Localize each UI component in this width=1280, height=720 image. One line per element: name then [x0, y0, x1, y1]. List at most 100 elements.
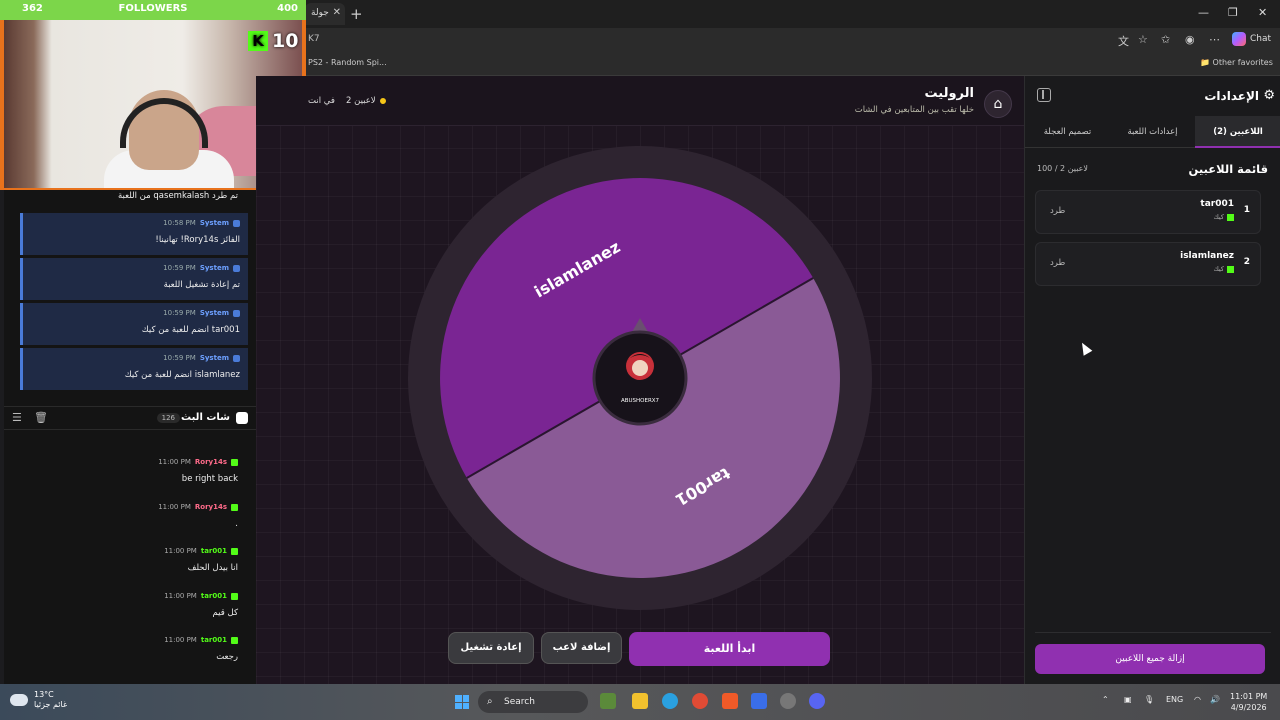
clock[interactable]: 11:01 PM 4/9/2026 [1230, 691, 1267, 713]
app-icon[interactable] [600, 693, 616, 709]
obs-icon[interactable] [780, 693, 796, 709]
other-favorites[interactable]: 📁 Other favorites [1200, 58, 1273, 67]
kick-badge-icon [1227, 265, 1234, 273]
message-text: الفائز Rory14s! تهانينا! [155, 235, 240, 245]
tray-app-icon[interactable]: ▣ [1124, 695, 1132, 704]
message-author: System [199, 264, 229, 272]
favorites-icon[interactable]: ✩ [1161, 33, 1170, 46]
message-author[interactable]: Rory14s [195, 503, 227, 511]
kick-badge-icon [231, 458, 238, 466]
start-game-button[interactable]: ابدأ اللعبة [629, 632, 830, 666]
screen: جولة ✕ + — ❐ ✕ K7 文 ☆ ✩ ◉ ⋯ Chat PS2 - R… [0, 0, 1280, 720]
followers-current: 362 [22, 3, 43, 14]
system-message: 10:59 PM System تم إعادة تشغيل اللعبة [20, 258, 248, 300]
windows-start-icon[interactable] [455, 695, 469, 709]
chat-header: ☰ 🗑 126 شات البث [4, 406, 256, 430]
message-text: tar001 انضم للعبة من كيك [141, 325, 240, 335]
trash-icon[interactable]: 🗑 [34, 411, 48, 424]
translate-icon[interactable]: 文 [1118, 33, 1129, 49]
volume-icon[interactable]: 🔊 [1210, 695, 1220, 704]
system-message: 10:59 PM System tar001 انضم للعبة من كيك [20, 303, 248, 345]
message-time: 10:59 PM [163, 309, 196, 317]
settings-panel: الإعدادات ⚙ اللاعبين (2) إعدادات اللعبة … [1024, 76, 1280, 684]
message-author: System [199, 219, 229, 227]
message-time: 11:00 PM [164, 547, 197, 555]
divider [1035, 632, 1271, 633]
favorite-star-icon[interactable]: ☆ [1138, 33, 1148, 46]
restart-button[interactable]: إعادة تشغيل [448, 632, 534, 664]
tab-wheel-design[interactable]: تصميم العجلة [1025, 116, 1110, 148]
player-name: tar001 [1200, 199, 1234, 209]
url-text: K7 [308, 34, 320, 44]
edge-icon[interactable] [662, 693, 678, 709]
close-tab-icon[interactable]: ✕ [333, 7, 341, 18]
kick-count-value: 10 [272, 30, 299, 52]
chrome-icon[interactable] [692, 693, 708, 709]
more-icon[interactable]: ⋯ [1209, 33, 1220, 46]
language-indicator[interactable]: ENG [1166, 695, 1183, 704]
taskbar: 13°C غائم جزئيا ⌕ Search ⌃ ▣ 🎙 ENG ◠ 🔊 11:… [0, 684, 1280, 720]
system-message: 10:59 PM System islamlanez انضم للعبة من … [20, 348, 248, 390]
message-text: كل قيم [212, 608, 238, 618]
copilot-button[interactable]: Chat [1232, 32, 1271, 46]
add-player-button[interactable]: إضافة لاعب [541, 632, 622, 664]
center-logo-text: ABUSHOERX7 [621, 398, 660, 404]
message-author[interactable]: tar001 [201, 636, 227, 644]
clock-time: 11:01 PM [1230, 692, 1268, 701]
brave-icon[interactable] [722, 693, 738, 709]
restore-icon[interactable]: ❐ [1228, 6, 1238, 19]
system-message-text: تم طرد qasemkalash من اللعبة [117, 191, 238, 201]
remove-all-players-button[interactable]: إزالة جميع اللاعبين [1035, 644, 1265, 674]
players-count: 100 / 2 لاعبين [1037, 164, 1088, 173]
weather-text: غائم جزئيا [34, 700, 68, 709]
message-text: تم إعادة تشغيل اللعبة [163, 280, 240, 290]
player-source: كيك [1213, 265, 1234, 273]
wifi-icon[interactable]: ◠ [1194, 695, 1201, 704]
new-tab-icon[interactable]: + [350, 5, 363, 23]
chat-message: 11:00 PM tar001 كل قيم [4, 592, 256, 636]
roulette-wheel[interactable]: islamlanez tar001 ABUSHOERX7 [256, 76, 1024, 684]
message-time: 11:00 PM [158, 458, 191, 466]
app-icon-blue[interactable] [751, 693, 767, 709]
taskbar-search[interactable]: ⌕ Search [478, 691, 588, 713]
kick-badge-icon [231, 503, 238, 511]
discord-icon[interactable] [809, 693, 825, 709]
kick-badge-icon [231, 592, 238, 600]
followers-label: FOLLOWERS [118, 3, 188, 14]
clock-date: 4/9/2026 [1230, 703, 1267, 712]
weather-temp: 13°C [34, 690, 54, 699]
collapse-panel-icon[interactable] [1037, 88, 1051, 102]
profile-icon[interactable]: ◉ [1185, 33, 1195, 46]
message-time: 10:58 PM [163, 219, 196, 227]
file-explorer-icon[interactable] [632, 693, 648, 709]
weather-widget[interactable]: 13°C غائم جزئيا [10, 690, 67, 710]
browser-tab[interactable]: جولة ✕ [305, 3, 345, 25]
settings-header: الإعدادات ⚙ [1025, 76, 1280, 116]
tab-players[interactable]: اللاعبين (2) [1195, 116, 1280, 148]
copilot-label: Chat [1250, 34, 1272, 44]
kick-player-button[interactable]: طرد [1050, 258, 1065, 268]
message-text: be right back [181, 474, 238, 484]
message-text: انا بيدل الحلف [187, 563, 238, 573]
copilot-icon [1232, 32, 1246, 46]
browser-tab-title: جولة [311, 8, 329, 18]
tray-expand-icon[interactable]: ⌃ [1102, 695, 1109, 704]
system-badge-icon [233, 219, 240, 227]
other-favorites-label: Other favorites [1212, 58, 1273, 67]
close-window-icon[interactable]: ✕ [1258, 6, 1267, 19]
message-author[interactable]: tar001 [201, 547, 227, 555]
minimize-icon[interactable]: — [1198, 6, 1209, 19]
bookmark-item[interactable]: PS2 - Random Spi... [308, 58, 387, 67]
message-author: System [199, 309, 229, 317]
kick-badge-icon [1227, 213, 1234, 221]
message-author[interactable]: Rory14s [195, 458, 227, 466]
followers-goal-bar: FOLLOWERS 362 400 [0, 0, 306, 20]
player-card: 1 tar001 كيك طرد [1035, 190, 1261, 234]
kick-player-button[interactable]: طرد [1050, 206, 1065, 216]
chat-message: 11:00 PM Rory14s . [4, 503, 256, 547]
tab-game-settings[interactable]: إعدادات اللعبة [1110, 116, 1195, 148]
collapse-chat-icon[interactable]: ☰ [12, 411, 22, 424]
microphone-icon[interactable]: 🎙 [1144, 695, 1154, 704]
message-author[interactable]: tar001 [201, 592, 227, 600]
player-source: كيك [1213, 213, 1234, 221]
